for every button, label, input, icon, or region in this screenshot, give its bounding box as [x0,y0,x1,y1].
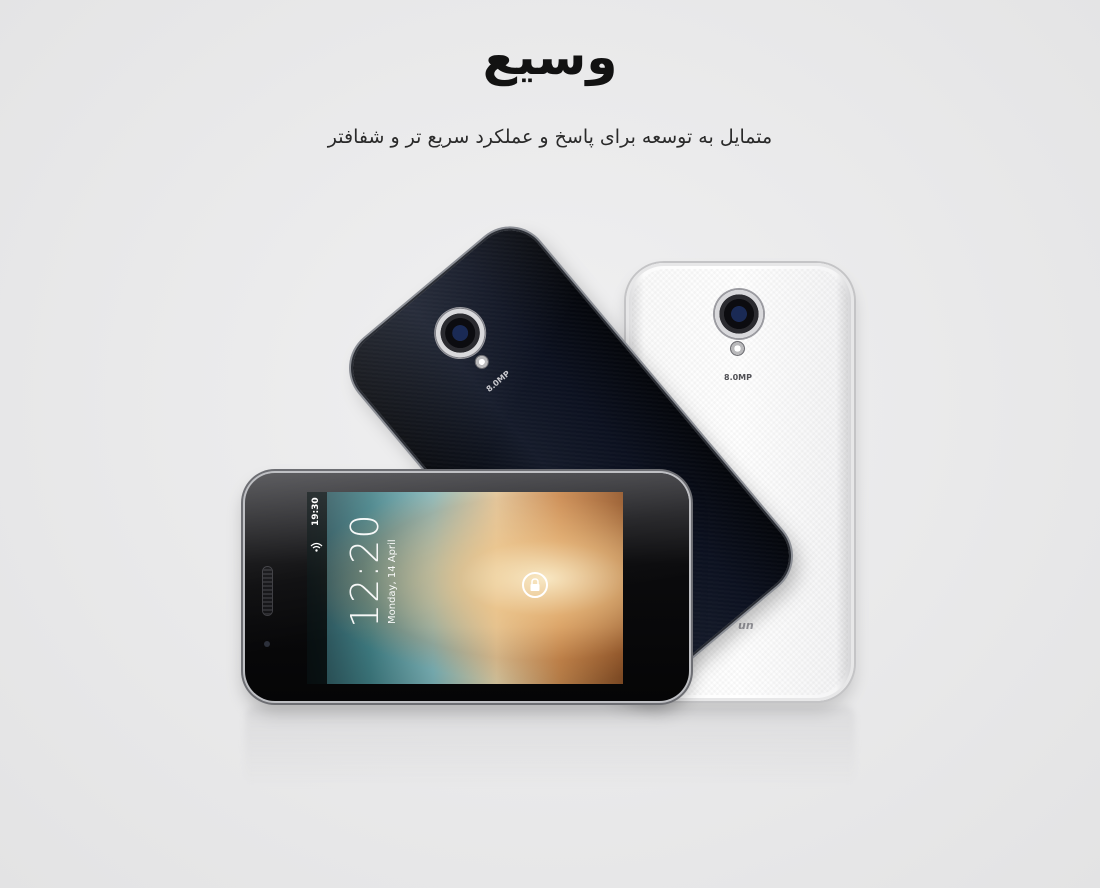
rear-camera-icon [714,289,764,339]
earpiece-speaker [263,567,272,615]
front-phone: 19:30 12:20 Monday, 14 April [245,473,689,701]
front-camera-icon [264,641,270,647]
camera-mp-label: 8.0MP [724,373,752,382]
status-time: 19:30 [311,497,321,526]
padlock-icon [530,578,540,591]
lock-clock: 12:20 [343,513,387,628]
wifi-icon [310,542,323,552]
lock-icon[interactable] [522,572,548,598]
lock-date: Monday, 14 April [387,539,398,624]
brand-logo: un [738,619,754,632]
status-bar: 19:30 [307,492,327,684]
phones-reflection [245,706,855,786]
product-image: 8.0MP un 8.0MP 19:30 12:20 Monday, 14 Ap… [0,0,1100,888]
flash-icon [730,341,745,356]
lock-screen: 19:30 12:20 Monday, 14 April [307,492,623,684]
